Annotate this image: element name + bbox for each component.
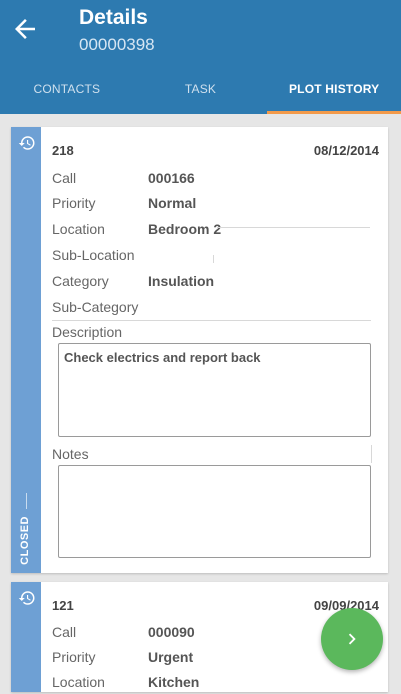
location-divider <box>217 227 370 228</box>
back-button[interactable] <box>10 14 40 44</box>
chevron-right-icon <box>348 633 356 645</box>
call-row: Call 000166 <box>52 170 382 190</box>
location-value: Bedroom 2 <box>148 221 222 237</box>
status-strip <box>11 582 41 692</box>
description-row: Description <box>52 324 382 344</box>
category-label: Category <box>52 273 109 289</box>
next-button[interactable] <box>321 608 383 670</box>
history-icon <box>18 136 35 150</box>
tab-task[interactable]: TASK <box>134 63 268 114</box>
status-badge: CLOSED <box>19 516 31 565</box>
subcategory-divider <box>52 320 371 321</box>
notes-divider <box>371 445 372 463</box>
plot-history-card[interactable]: CLOSED 218 08/12/2014 Call 000166 Priori… <box>11 127 388 573</box>
arrow-left-icon <box>15 19 35 39</box>
call-label: Call <box>52 624 77 640</box>
plot-number: 121 <box>52 598 74 613</box>
category-row: Category Insulation <box>52 273 382 293</box>
tab-plot-history[interactable]: PLOT HISTORY <box>267 63 401 114</box>
location-row: Location Bedroom 2 <box>52 221 382 241</box>
call-value: 000166 <box>148 170 195 186</box>
subcategory-row: Sub-Category <box>52 299 382 319</box>
subcategory-label: Sub-Category <box>52 299 139 315</box>
status-strip: CLOSED <box>11 127 41 573</box>
page-title: Details <box>79 6 148 29</box>
priority-row: Priority Normal <box>52 195 382 215</box>
tab-bar: CONTACTS TASK PLOT HISTORY <box>0 63 401 114</box>
description-text: Check electrics and report back <box>64 350 261 365</box>
tab-contacts[interactable]: CONTACTS <box>0 63 134 114</box>
notes-label: Notes <box>52 446 89 462</box>
location-label: Location <box>52 221 105 237</box>
priority-label: Priority <box>52 649 96 665</box>
sublocation-tick <box>213 255 214 263</box>
history-icon <box>18 591 35 605</box>
sublocation-row: Sub-Location <box>52 247 382 267</box>
priority-value: Normal <box>148 195 197 211</box>
priority-label: Priority <box>52 195 96 211</box>
call-value: 000090 <box>148 624 195 640</box>
plot-date: 08/12/2014 <box>313 143 379 158</box>
page-subtitle: 00000398 <box>79 35 155 54</box>
location-value: Kitchen <box>148 674 200 690</box>
category-value: Insulation <box>148 273 215 289</box>
location-row: Location Kitchen <box>52 674 382 694</box>
description-label: Description <box>52 324 123 340</box>
app-bar: Details 00000398 CONTACTS TASK PLOT HIST… <box>0 0 401 114</box>
call-label: Call <box>52 170 77 186</box>
plot-number: 218 <box>52 143 74 158</box>
status-divider <box>26 493 27 509</box>
notes-field[interactable] <box>58 465 371 558</box>
sublocation-label: Sub-Location <box>52 247 135 263</box>
notes-row: Notes <box>52 446 382 466</box>
location-label: Location <box>52 674 105 690</box>
priority-value: Urgent <box>148 649 194 665</box>
description-field[interactable]: Check electrics and report back <box>58 343 371 437</box>
